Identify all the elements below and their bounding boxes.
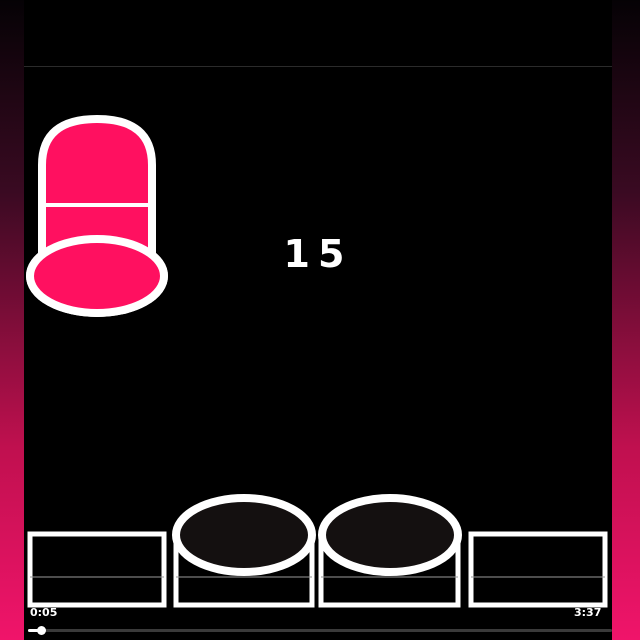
pink-cup (26, 115, 168, 317)
score-display: 15 (283, 232, 353, 276)
black-cup-1 (172, 494, 316, 576)
seek-bar[interactable] (28, 629, 612, 632)
duration-time: 3:37 (574, 606, 602, 619)
slot-4 (468, 531, 608, 608)
top-bar (24, 0, 612, 67)
right-blur-border (612, 0, 640, 640)
black-cup-2 (318, 494, 462, 576)
current-time: 0:05 (30, 606, 58, 619)
slot-1 (27, 531, 167, 608)
left-blur-border (0, 0, 24, 640)
game-stage[interactable]: 15 (24, 67, 612, 640)
game-canvas (26, 115, 608, 608)
